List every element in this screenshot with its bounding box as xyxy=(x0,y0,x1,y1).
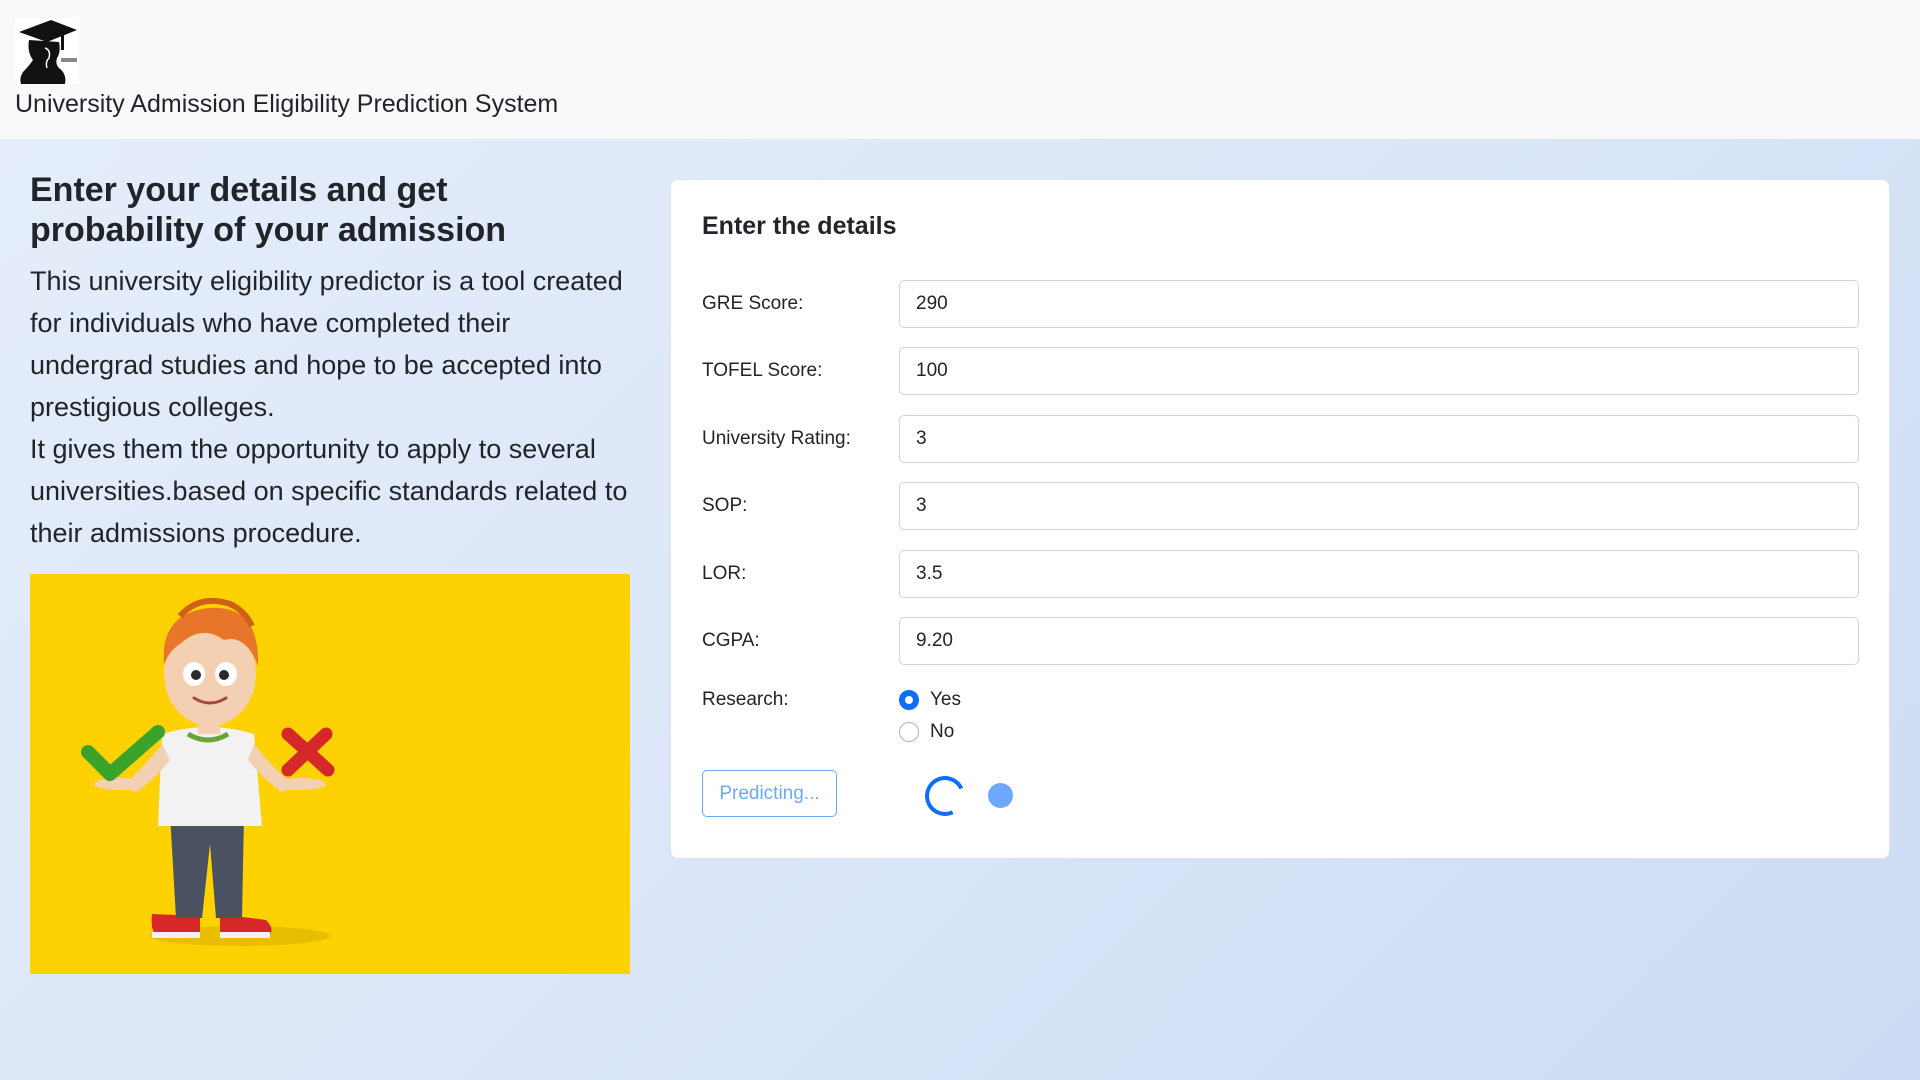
navbar: University Admission Eligibility Predict… xyxy=(0,0,1920,139)
intro-paragraph-1: This university eligibility predictor is… xyxy=(30,266,623,422)
research-yes-radio[interactable] xyxy=(899,690,919,710)
intro-section: Enter your details and get probability o… xyxy=(30,170,630,554)
research-row: Research: Yes No xyxy=(702,686,1862,756)
sop-input[interactable] xyxy=(899,482,1859,530)
university-rating-input[interactable] xyxy=(899,415,1859,463)
predict-button[interactable]: Predicting... xyxy=(702,770,837,817)
hero-illustration xyxy=(30,574,630,974)
tofel-score-label: TOFEL Score: xyxy=(702,360,823,381)
card-title: Enter the details xyxy=(702,212,897,240)
intro-paragraph-2: It gives them the opportunity to apply t… xyxy=(30,434,628,548)
page-headline: Enter your details and get probability o… xyxy=(30,171,507,249)
university-rating-label: University Rating: xyxy=(702,428,851,449)
research-no-option[interactable]: No xyxy=(899,718,954,746)
research-label: Research: xyxy=(702,689,789,710)
sop-label: SOP: xyxy=(702,495,748,516)
gre-score-input[interactable] xyxy=(899,280,1859,328)
details-card: Enter the details GRE Score: TOFEL Score… xyxy=(670,179,1890,859)
tofel-score-input[interactable] xyxy=(899,347,1859,395)
university-rating-row: University Rating: xyxy=(702,415,1862,463)
graduate-silhouette-icon[interactable] xyxy=(15,18,79,84)
cgpa-label: CGPA: xyxy=(702,630,760,651)
research-no-label[interactable]: No xyxy=(930,721,954,743)
sop-row: SOP: xyxy=(702,482,1862,530)
lor-row: LOR: xyxy=(702,550,1862,598)
intro-text: This university eligibility predictor is… xyxy=(30,260,630,554)
cgpa-row: CGPA: xyxy=(702,617,1862,665)
grow-spinner-icon xyxy=(988,783,1013,808)
gre-score-label: GRE Score: xyxy=(702,293,804,314)
research-yes-option[interactable]: Yes xyxy=(899,686,961,714)
lor-label: LOR: xyxy=(702,563,747,584)
brand-title[interactable]: University Admission Eligibility Predict… xyxy=(15,90,558,119)
cartoon-student-illustration xyxy=(30,574,630,974)
border-spinner-icon xyxy=(919,770,971,822)
research-no-radio[interactable] xyxy=(899,722,919,742)
research-yes-label[interactable]: Yes xyxy=(930,689,961,711)
lor-input[interactable] xyxy=(899,550,1859,598)
tofel-score-row: TOFEL Score: xyxy=(702,347,1862,395)
cgpa-input[interactable] xyxy=(899,617,1859,665)
gre-score-row: GRE Score: xyxy=(702,280,1862,328)
